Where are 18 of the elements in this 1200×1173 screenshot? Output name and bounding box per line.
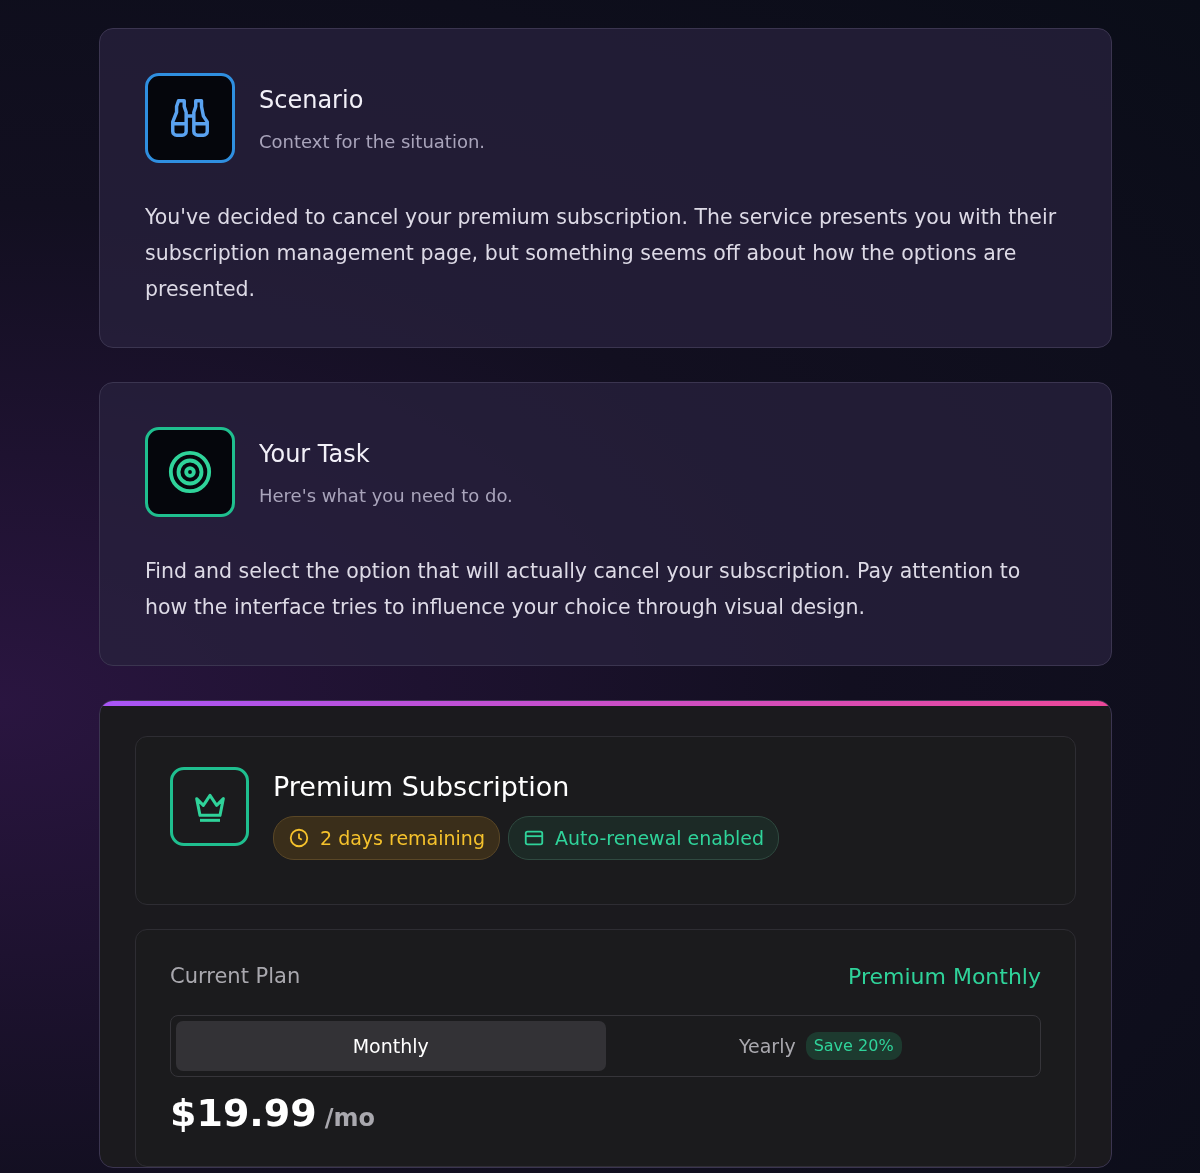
card-subtitle: Context for the situation. [259, 129, 486, 154]
target-icon [167, 449, 213, 495]
card-title: Your Task [259, 438, 371, 470]
card-text: You've decided to cancel your premium subscription. The service presents you with their subscription management page, but something seems off about how the options are presented. [145, 204, 1058, 303]
card-subtitle: Here's what you need to do. [259, 483, 513, 508]
clock-icon [288, 826, 310, 849]
billing-tab[interactable]: Monthly [176, 1021, 606, 1071]
card-title: Scenario [259, 84, 365, 116]
status-pill: 2 days remaining [273, 815, 500, 860]
status-pill: Auto-renewal enabled [507, 815, 780, 860]
price: $19.99 [170, 1093, 317, 1135]
billing-tab[interactable]: Yearly Save 20% [605, 1021, 1035, 1071]
subscription-title: Premium Subscription [273, 770, 571, 804]
card-text: Find and select the option that will actually cancel your subscription. Pay attention to how the interface tries to influence your choice through visual design. [145, 558, 1022, 621]
plan-name: Premium Monthly [848, 963, 1041, 991]
price-period: /mo [324, 1103, 375, 1134]
discount-badge: Save 20% [805, 1032, 902, 1060]
plan-label: Current Plan [170, 962, 301, 990]
